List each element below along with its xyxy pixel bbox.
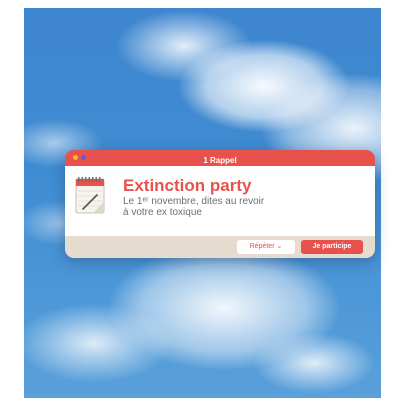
notification-body: Extinction party Le 1ᵉʳ novembre, dites … — [65, 166, 375, 236]
participate-button[interactable]: Je participe — [301, 240, 363, 254]
calendar-icon — [75, 177, 105, 214]
repeat-button[interactable]: Répéter ⌄ — [237, 240, 295, 254]
notification-header: 1 Rappel — [65, 150, 375, 166]
notification-header-title: 1 Rappel — [203, 156, 237, 165]
chevron-down-icon: ⌄ — [276, 243, 283, 250]
reminder-notification[interactable]: 1 Rappel Extinction party Le 1ᵉʳ novembr… — [65, 150, 375, 258]
screen: 1 Rappel Extinction party Le 1ᵉʳ novembr… — [0, 0, 393, 398]
repeat-label: Répéter — [249, 243, 275, 250]
event-description-line-2: à votre ex toxique — [123, 207, 202, 218]
blue-dot — [81, 155, 86, 160]
notification-footer: Répéter ⌄ Je participe — [65, 236, 375, 258]
event-title: Extinction party — [123, 176, 252, 195]
event-description-line-1: Le 1ᵉʳ novembre, dites au revoir — [123, 196, 265, 207]
notification-text: Extinction party Le 1ᵉʳ novembre, dites … — [123, 176, 365, 218]
window-dots — [73, 155, 86, 160]
yellow-dot — [73, 155, 78, 160]
